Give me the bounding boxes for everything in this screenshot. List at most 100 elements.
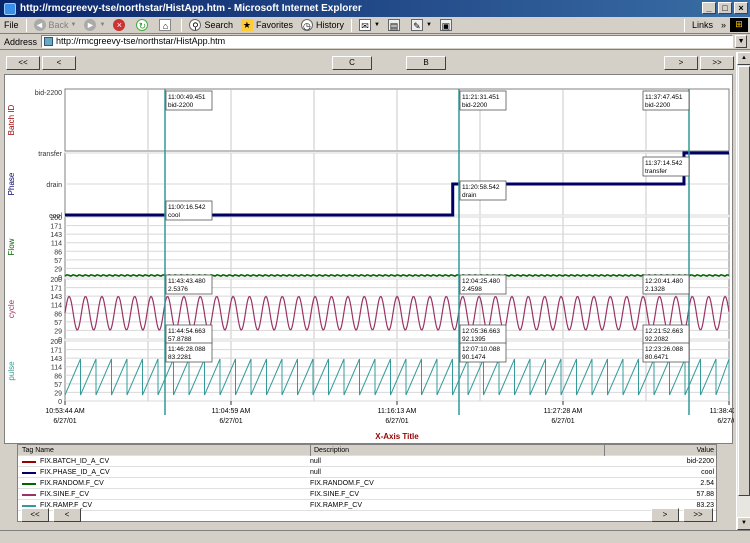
edit-button[interactable]: ✎ ▼	[407, 18, 436, 33]
minimize-icon[interactable]: _	[702, 2, 716, 14]
status-bar	[0, 530, 750, 543]
legend-row[interactable]: FIX.BATCH_ID_A_CV null bid-2200	[18, 456, 716, 467]
y-tick-label: 86	[54, 373, 62, 380]
home-button[interactable]: ⌂	[155, 18, 178, 33]
legend-tag: FIX.BATCH_ID_A_CV	[22, 456, 109, 467]
cursor-time: 12:21:52.663	[645, 328, 683, 335]
stop-icon: ×	[113, 19, 126, 31]
discuss-button[interactable]: ▣	[436, 18, 459, 33]
legend-desc: null	[310, 458, 321, 465]
refresh-icon: ↻	[136, 19, 149, 31]
nav-last-button[interactable]: >>	[700, 56, 734, 70]
links-chevron-icon[interactable]: »	[717, 18, 730, 33]
x-tick-date: 6/27/01	[385, 418, 408, 425]
nav-b-button[interactable]: B	[406, 56, 446, 70]
y-tick-label: 57	[54, 258, 62, 265]
forward-dropdown-icon: ▼	[99, 22, 106, 28]
x-tick-date: 6/27/01	[53, 418, 76, 425]
scroll-down-icon[interactable]: ▼	[737, 517, 750, 530]
links-button[interactable]: Links	[688, 18, 717, 33]
legend-swatch	[22, 482, 36, 485]
address-bar: Address http://rmcgreevy-tse/northstar/H…	[0, 34, 750, 50]
history-label: History	[315, 20, 344, 30]
bottom-prev-button[interactable]: <	[53, 508, 81, 522]
y-tick-label: 114	[51, 365, 62, 372]
nav-prev-button[interactable]: <	[42, 56, 76, 70]
x-tick-date: 6/27/01	[219, 418, 242, 425]
back-arrow-icon: ◄	[33, 19, 46, 31]
history-button[interactable]: ◷ History	[297, 18, 348, 33]
address-url: http://rmcgreevy-tse/northstar/HistApp.h…	[56, 36, 226, 46]
cursor-time: 12:07:10.088	[462, 346, 500, 353]
home-icon: ⌂	[159, 19, 172, 31]
legend-header: Tag Name Description Value	[18, 445, 716, 456]
y-tick-label: 171	[50, 286, 62, 293]
legend-swatch	[22, 471, 36, 474]
window-title-bar[interactable]: http://rmcgreevy-tse/northstar/HistApp.h…	[0, 0, 750, 17]
bottom-first-button[interactable]: <<	[21, 508, 49, 522]
pane-label: pulse	[7, 361, 16, 381]
address-input[interactable]: http://rmcgreevy-tse/northstar/HistApp.h…	[41, 35, 734, 48]
legend-swatch	[22, 493, 36, 496]
address-label: Address	[4, 36, 38, 47]
cursor-time: 12:20:41.480	[645, 278, 683, 285]
print-button[interactable]: ▤	[384, 18, 407, 33]
legend-row[interactable]: FIX.PHASE_ID_A_CV null cool	[18, 467, 716, 478]
vertical-scrollbar[interactable]: ▲ ▼	[736, 52, 750, 530]
page-icon	[44, 37, 54, 46]
cursor-value: 2.4598	[462, 286, 482, 293]
x-tick-time: 11:27:28 AM	[544, 408, 583, 415]
address-dropdown-icon[interactable]: ▼	[735, 35, 748, 48]
legend-value: 57.88	[696, 491, 714, 498]
cursor-value: 57.8788	[168, 336, 192, 343]
cursor-time: 11:00:49.451	[168, 94, 206, 101]
legend-value: bid-2200	[686, 458, 714, 465]
toolbar-separator	[683, 18, 685, 32]
scroll-thumb[interactable]	[738, 66, 750, 496]
y-tick-label: 143	[50, 356, 62, 363]
bottom-next-button[interactable]: >	[651, 508, 679, 522]
refresh-button[interactable]: ↻	[132, 18, 155, 33]
x-tick-date: 6/27/01	[717, 418, 734, 425]
bottom-last-button[interactable]: >>	[683, 508, 713, 522]
cursor-time: 11:46:28.088	[168, 346, 206, 353]
trend-chart[interactable]: bid-2200 Batch ID transfer drain cool Phase 20…	[5, 75, 749, 445]
back-label: Back	[48, 20, 69, 30]
back-button[interactable]: ◄ Back ▼	[30, 18, 81, 33]
cursor-value: bid-2200	[462, 102, 488, 109]
y-tick-label: 200	[50, 215, 62, 222]
x-tick-date: 6/27/01	[551, 418, 574, 425]
edit-dropdown-icon: ▼	[425, 22, 432, 28]
cursor-time: 12:04:25.480	[462, 278, 500, 285]
cursor-value: bid-2200	[645, 102, 671, 109]
legend-header-tag[interactable]: Tag Name	[22, 445, 54, 456]
scroll-up-icon[interactable]: ▲	[737, 52, 750, 65]
y-tick-label: 143	[50, 232, 62, 239]
stop-button[interactable]: ×	[109, 18, 132, 33]
nav-c-button[interactable]: C	[332, 56, 372, 70]
browser-toolbar: File ◄ Back ▼ ► ▼ × ↻ ⌂ ⚲ Search ★ Favor…	[0, 17, 750, 34]
print-icon: ▤	[387, 19, 400, 31]
back-dropdown-icon: ▼	[70, 22, 77, 28]
mail-button[interactable]: ✉ ▼	[355, 18, 384, 33]
close-icon[interactable]: ×	[734, 2, 748, 14]
chart-nav-row: << < C B > >>	[0, 52, 750, 74]
legend-header-desc[interactable]: Description	[310, 445, 349, 456]
file-menu[interactable]: File	[0, 18, 23, 33]
legend-row[interactable]: FIX.SINE.F_CV FIX.SINE.F_CV 57.88	[18, 489, 716, 500]
cursor-value: 83.2281	[168, 354, 192, 361]
maximize-icon[interactable]: □	[718, 2, 732, 14]
legend-row[interactable]: FIX.RANDOM.F_CV FIX.RANDOM.F_CV 2.54	[18, 478, 716, 489]
cursor-time: 11:00:16.542	[168, 204, 206, 211]
search-button[interactable]: ⚲ Search	[185, 18, 237, 33]
forward-button[interactable]: ► ▼	[80, 18, 109, 33]
x-axis-title: X-Axis Title	[375, 432, 419, 441]
legend-header-value[interactable]: Value	[604, 445, 714, 456]
y-tick-label: drain	[46, 182, 62, 189]
favorites-button[interactable]: ★ Favorites	[237, 18, 297, 33]
y-tick-label: 200	[50, 277, 62, 284]
legend-value: cool	[701, 469, 714, 476]
y-tick-label: bid-2200	[35, 90, 62, 97]
nav-first-button[interactable]: <<	[6, 56, 40, 70]
nav-next-button[interactable]: >	[664, 56, 698, 70]
